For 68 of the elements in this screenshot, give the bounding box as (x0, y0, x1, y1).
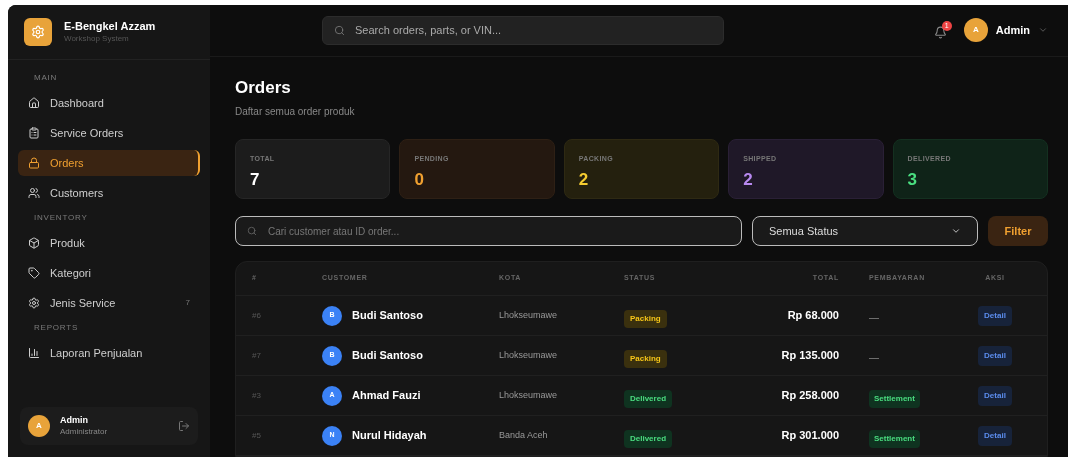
detail-button[interactable]: Detail (978, 345, 1012, 366)
search-field[interactable]: Search orders, parts, or VIN... (322, 15, 724, 45)
section-label: INVENTORY (33, 212, 89, 224)
payment-badge: Settlement (869, 429, 920, 448)
logo-icon (24, 18, 52, 46)
status-badge: Packing (624, 309, 667, 328)
stat-value: 7 (250, 168, 261, 191)
user-role: Administrator (60, 426, 109, 437)
status-badge: Delivered (624, 389, 673, 408)
stat-value: 0 (414, 168, 425, 191)
customer-name: Nurul Hidayah (352, 428, 427, 444)
order-total: Rp 135.000 (780, 348, 839, 364)
box-icon (28, 237, 40, 249)
stat-value: 3 (907, 168, 919, 191)
gear-icon (28, 297, 40, 309)
sidebar-item[interactable]: Kategori (18, 260, 200, 286)
search-icon (247, 226, 257, 236)
section-label: MAIN (33, 72, 59, 84)
sidebar-item[interactable]: Customers (18, 180, 200, 206)
payment-badge: Settlement (869, 389, 920, 408)
search-icon (334, 24, 345, 36)
chevron-icon (951, 226, 961, 236)
sidebar-item[interactable]: Laporan Penjualan (18, 340, 200, 366)
detail-button[interactable]: Detail (978, 385, 1012, 406)
stat-value: 2 (743, 168, 754, 191)
filter-button[interactable]: Filter (988, 216, 1048, 246)
sidebar-item[interactable]: Orders (18, 150, 200, 176)
customer-name: Budi Santoso (352, 308, 423, 324)
city: Lhokseumawe (499, 348, 559, 362)
clipboard-icon (28, 127, 40, 139)
payment-empty: — (869, 311, 879, 323)
stat-value: 2 (578, 168, 590, 191)
sidebar-item[interactable]: Service Orders (18, 120, 200, 146)
page-subtitle: Daftar semua order produk (235, 105, 356, 119)
sidebar-item[interactable]: Jenis Service 7 (18, 290, 200, 316)
detail-button[interactable]: Detail (978, 425, 1012, 446)
bell-icon (933, 25, 947, 39)
sidebar-item[interactable]: Dashboard (18, 90, 200, 116)
header-user-name: Admin (995, 23, 1030, 39)
city: Lhokseumawe (499, 308, 559, 322)
detail-button[interactable]: Detail (978, 305, 1012, 326)
bar-chart-icon (28, 347, 40, 359)
status-select[interactable]: Semua Status (752, 216, 978, 246)
sidebar-item[interactable]: Produk (18, 230, 200, 256)
order-total: Rp 68.000 (786, 308, 839, 324)
customer-name: Budi Santoso (352, 348, 423, 364)
section-label: REPORTS (33, 322, 80, 334)
customer-name: Ahmad Fauzi (352, 388, 421, 404)
user-menu[interactable]: A Admin (963, 18, 1048, 43)
item-count: 7 (185, 297, 190, 309)
city: Banda Aceh (499, 428, 549, 442)
brand-name: E-Bengkel Azzam (64, 20, 156, 34)
city: Lhokseumawe (499, 388, 559, 402)
home-icon (28, 97, 40, 109)
brand-subtitle: Workshop System (64, 33, 130, 44)
users-icon (28, 187, 40, 199)
user-name: Admin (60, 415, 89, 427)
tag-icon (28, 267, 40, 279)
user-avatar: A (28, 415, 50, 437)
payment-empty: — (869, 351, 879, 363)
header-avatar: A (963, 18, 988, 43)
page-title: Orders (235, 76, 292, 98)
logout-icon[interactable] (178, 420, 190, 432)
order-total: Rp 301.000 (780, 428, 839, 444)
status-badge: Packing (624, 349, 667, 368)
order-total: Rp 258.000 (780, 388, 839, 404)
status-badge: Delivered (624, 429, 673, 448)
order-search-field[interactable]: Cari customer atau ID order... (235, 216, 742, 246)
